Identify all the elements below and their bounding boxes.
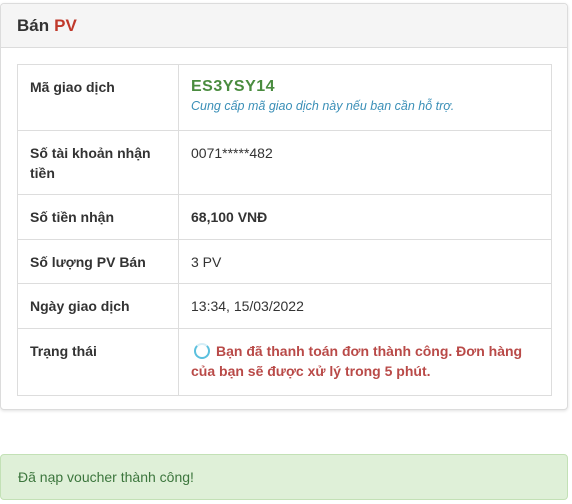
table-row: Trạng thái Bạn đã thanh toán đơn thành c… [17,328,552,396]
transaction-code-cell: ES3YSY14 Cung cấp mã giao dịch này nếu b… [178,64,552,131]
loading-spinner-icon [194,343,210,359]
status-label: Trạng thái [17,328,179,396]
table-row: Số lượng PV Bán 3 PV [17,239,552,284]
success-alert-message: Đã nạp voucher thành công! [18,469,194,485]
transaction-code-label: Mã giao dịch [17,64,179,131]
date-value: 13:34, 15/03/2022 [178,283,552,329]
table-row: Số tài khoản nhận tiền 0071*****482 [17,130,552,195]
status-value: Bạn đã thanh toán đơn thành công. Đơn hà… [191,343,523,379]
transaction-code-value: ES3YSY14 [191,78,276,95]
panel-title: Bán [17,15,50,35]
status-cell: Bạn đã thanh toán đơn thành công. Đơn hà… [178,328,552,396]
transaction-code-hint: Cung cấp mã giao dịch này nếu bạn cần hỗ… [191,99,455,113]
table-row: Mã giao dịch ES3YSY14 Cung cấp mã giao d… [17,64,552,131]
panel-title-accent: PV [54,15,77,35]
transaction-panel: Bán PV Mã giao dịch ES3YSY14 Cung cấp mã… [0,3,568,410]
pv-quantity-value: 3 PV [178,239,552,284]
table-row: Ngày giao dịch 13:34, 15/03/2022 [17,283,552,329]
pv-quantity-label: Số lượng PV Bán [17,239,179,284]
transaction-details-table: Mã giao dịch ES3YSY14 Cung cấp mã giao d… [17,64,552,396]
success-alert: Đã nạp voucher thành công! [0,454,568,500]
amount-label: Số tiền nhận [17,194,179,240]
account-number-value: 0071*****482 [178,130,552,195]
panel-header: Bán PV [1,4,567,48]
account-number-label: Số tài khoản nhận tiền [17,130,179,195]
table-row: Số tiền nhận 68,100 VNĐ [17,194,552,240]
date-label: Ngày giao dịch [17,283,179,329]
amount-value: 68,100 VNĐ [178,194,552,240]
